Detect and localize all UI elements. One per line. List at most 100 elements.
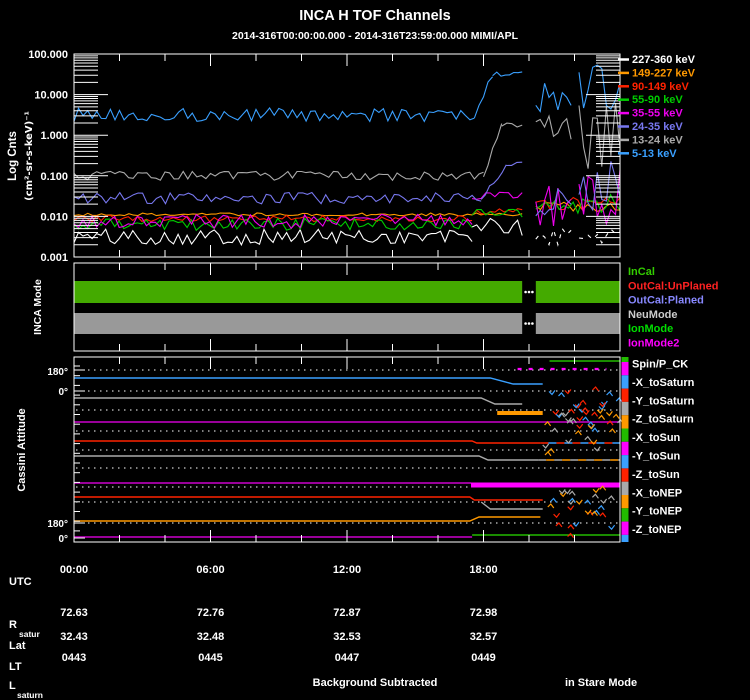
attitude-line-y-nep-gray: [480, 501, 543, 510]
attitude-scatter-mark: [591, 493, 599, 499]
attitude-scatter-mark: [584, 509, 592, 515]
attitude-scatter-mark: [558, 391, 565, 398]
series-5-13keV: [73, 107, 475, 123]
ephemeris-sublabel-satur: satur: [19, 629, 40, 639]
attitude-axisbar-seg: [621, 495, 629, 509]
mode-panel-bars: [74, 281, 620, 334]
series-5-13keV: [535, 83, 572, 113]
ephemeris-value: 0449: [471, 652, 495, 664]
series-90-149keV: [73, 214, 473, 223]
ylabel-cassini-attitude: Cassini Attitude: [16, 408, 28, 491]
attitude-legend-YtoSaturn: -Y_toSaturn: [632, 395, 695, 407]
attitude-scatter-mark: [542, 443, 550, 449]
ephemeris-value: 32.57: [470, 631, 498, 643]
attitude-scatter-mark: [592, 386, 600, 392]
ephemeris-value: 72.98: [470, 607, 498, 619]
top-panel: 0.001 0.010 0.100 1.000 10.000 100.000 227-36…: [28, 49, 695, 264]
attitude-scatter-mark: [547, 503, 555, 509]
attitude-scatter-mark: [572, 521, 580, 528]
series-13-24keV: [501, 122, 523, 128]
legend-label-55-90keV: 55-90 keV: [632, 94, 683, 106]
mode-bar-NeuMode: [535, 313, 620, 334]
ephemeris-value: 32.43: [60, 631, 88, 643]
attitude-legend-YtoSun: -Y_toSun: [632, 451, 681, 463]
series-227-360keV: [471, 217, 523, 236]
attitude-scatter-mark: [606, 391, 614, 397]
utc-tick-label: 12:00: [333, 564, 361, 576]
attitude-axisbar-seg: [621, 375, 629, 389]
attitude-line-x-sun: [74, 440, 541, 444]
header: INCA H TOF Channels 2014-316T00:00:00.00…: [232, 8, 519, 42]
ytick-label: 100.000: [28, 49, 68, 61]
ytick-label: 1.000: [40, 130, 68, 142]
ephemeris-sublabel-saturn: saturn: [17, 690, 43, 700]
attitude-axisbar-seg: [621, 468, 629, 482]
attitude-panel-lines: [74, 360, 624, 538]
mode-legend-NeuMode: NeuMode: [628, 309, 678, 321]
attitude-scatter-mark: [598, 414, 606, 420]
ytick-label: 0.001: [40, 252, 68, 264]
attitude-scatter-mark: [567, 505, 575, 511]
attitude-scatter-mark: [582, 409, 590, 416]
inca-tof-plot-window: INCA H TOF Channels 2014-316T00:00:00.00…: [0, 0, 750, 700]
attitude-legend-ZtoSaturn: -Z_toSaturn: [632, 414, 694, 426]
plot-subtitle: 2014-316T00:00:00.000 - 2014-316T23:59:0…: [232, 30, 519, 42]
utc-tick-label: 18:00: [469, 564, 497, 576]
series-227-360keV: [535, 227, 572, 247]
ephemeris-value: 0443: [62, 652, 86, 664]
attitude-ytick-label: 180°: [47, 367, 68, 378]
page-title: INCA H TOF Channels: [299, 8, 450, 24]
mode-legend-OutCalPlaned: OutCal:Planed: [628, 295, 704, 307]
mode-border: [73, 262, 621, 352]
attitude-scatter-mark: [615, 397, 623, 403]
ephemeris-value: 72.63: [60, 607, 88, 619]
ephemeris-label-LT: LT: [9, 661, 22, 673]
attitude-scatter-mark: [608, 524, 616, 531]
series-227-360keV: [73, 227, 473, 247]
utc-tick-labels: 00:00 06:00 12:00 18:00: [60, 564, 498, 576]
attitude-ytick-label: 180°: [47, 519, 68, 530]
attitude-axisbar-seg: [621, 401, 629, 416]
attitude-scatter-mark: [552, 409, 560, 416]
mode-legend-IonMode2: IonMode2: [628, 338, 679, 350]
series-13-24keV: [535, 114, 572, 140]
mode-legend-InCal: InCal: [628, 266, 655, 278]
top-panel-series: [73, 64, 621, 247]
top-panel-legend: 227-360 keV149-227 keV 90-149 keV55-90 ke…: [618, 54, 696, 160]
attitude-scatter-mark: [587, 424, 595, 430]
attitude-scatter-mark: [575, 499, 583, 505]
footer-stare-mode: in Stare Mode: [565, 677, 637, 689]
top-panel-ylabel: Log Cnts (cm²-sr-s-keV)⁻¹: [7, 111, 35, 201]
attitude-scatter-mark: [584, 499, 592, 505]
attitude-scatter-mark: [599, 512, 607, 518]
ylabel-inca-mode: INCA Mode: [32, 279, 44, 335]
attitude-axisbar-seg: [621, 481, 629, 495]
legend-label-149-227keV: 149-227 keV: [632, 67, 696, 79]
attitude-axisbar-seg: [621, 415, 629, 429]
attitude-scatter-mark: [553, 512, 561, 519]
attitude-scatter-mark: [558, 489, 566, 495]
top-panel-axis: 0.001 0.010 0.100 1.000 10.000 100.000: [28, 49, 621, 264]
attitude-axisbar-seg: [621, 508, 629, 522]
mode-bar-IonMode: [535, 281, 620, 303]
attitude-axisbar-seg: [621, 362, 629, 376]
attitude-scatter-mark: [567, 524, 575, 530]
series-24-35keV: [506, 161, 523, 167]
ephemeris-value: 32.53: [333, 631, 361, 643]
ytick-label: 0.100: [40, 171, 68, 183]
attitude-legend-XtoNEP: -X_toNEP: [632, 487, 682, 499]
attitude-scatter-mark: [551, 427, 559, 433]
utc-tick-label: 00:00: [60, 564, 88, 576]
ephemeris-value: 32.48: [197, 631, 225, 643]
attitude-scatter-mark: [574, 430, 582, 436]
ephemeris-label-R: R: [9, 619, 17, 631]
attitude-scatter-mark: [605, 411, 613, 417]
mode-panel: InCal OutCal:UnPlaned OutCal:Planed NeuMode…: [73, 262, 718, 352]
attitude-axisbar-seg: [621, 521, 629, 535]
series-227-360keV: [578, 228, 621, 245]
attitude-legend-ZtoSun: -Z_toSun: [632, 469, 680, 481]
footer: Background Subtracted in Stare Mode: [313, 677, 637, 689]
attitude-ytick-label: 0°: [58, 534, 68, 545]
mode-gap-dot: [531, 322, 534, 325]
attitude-scatter-mark: [576, 423, 584, 430]
